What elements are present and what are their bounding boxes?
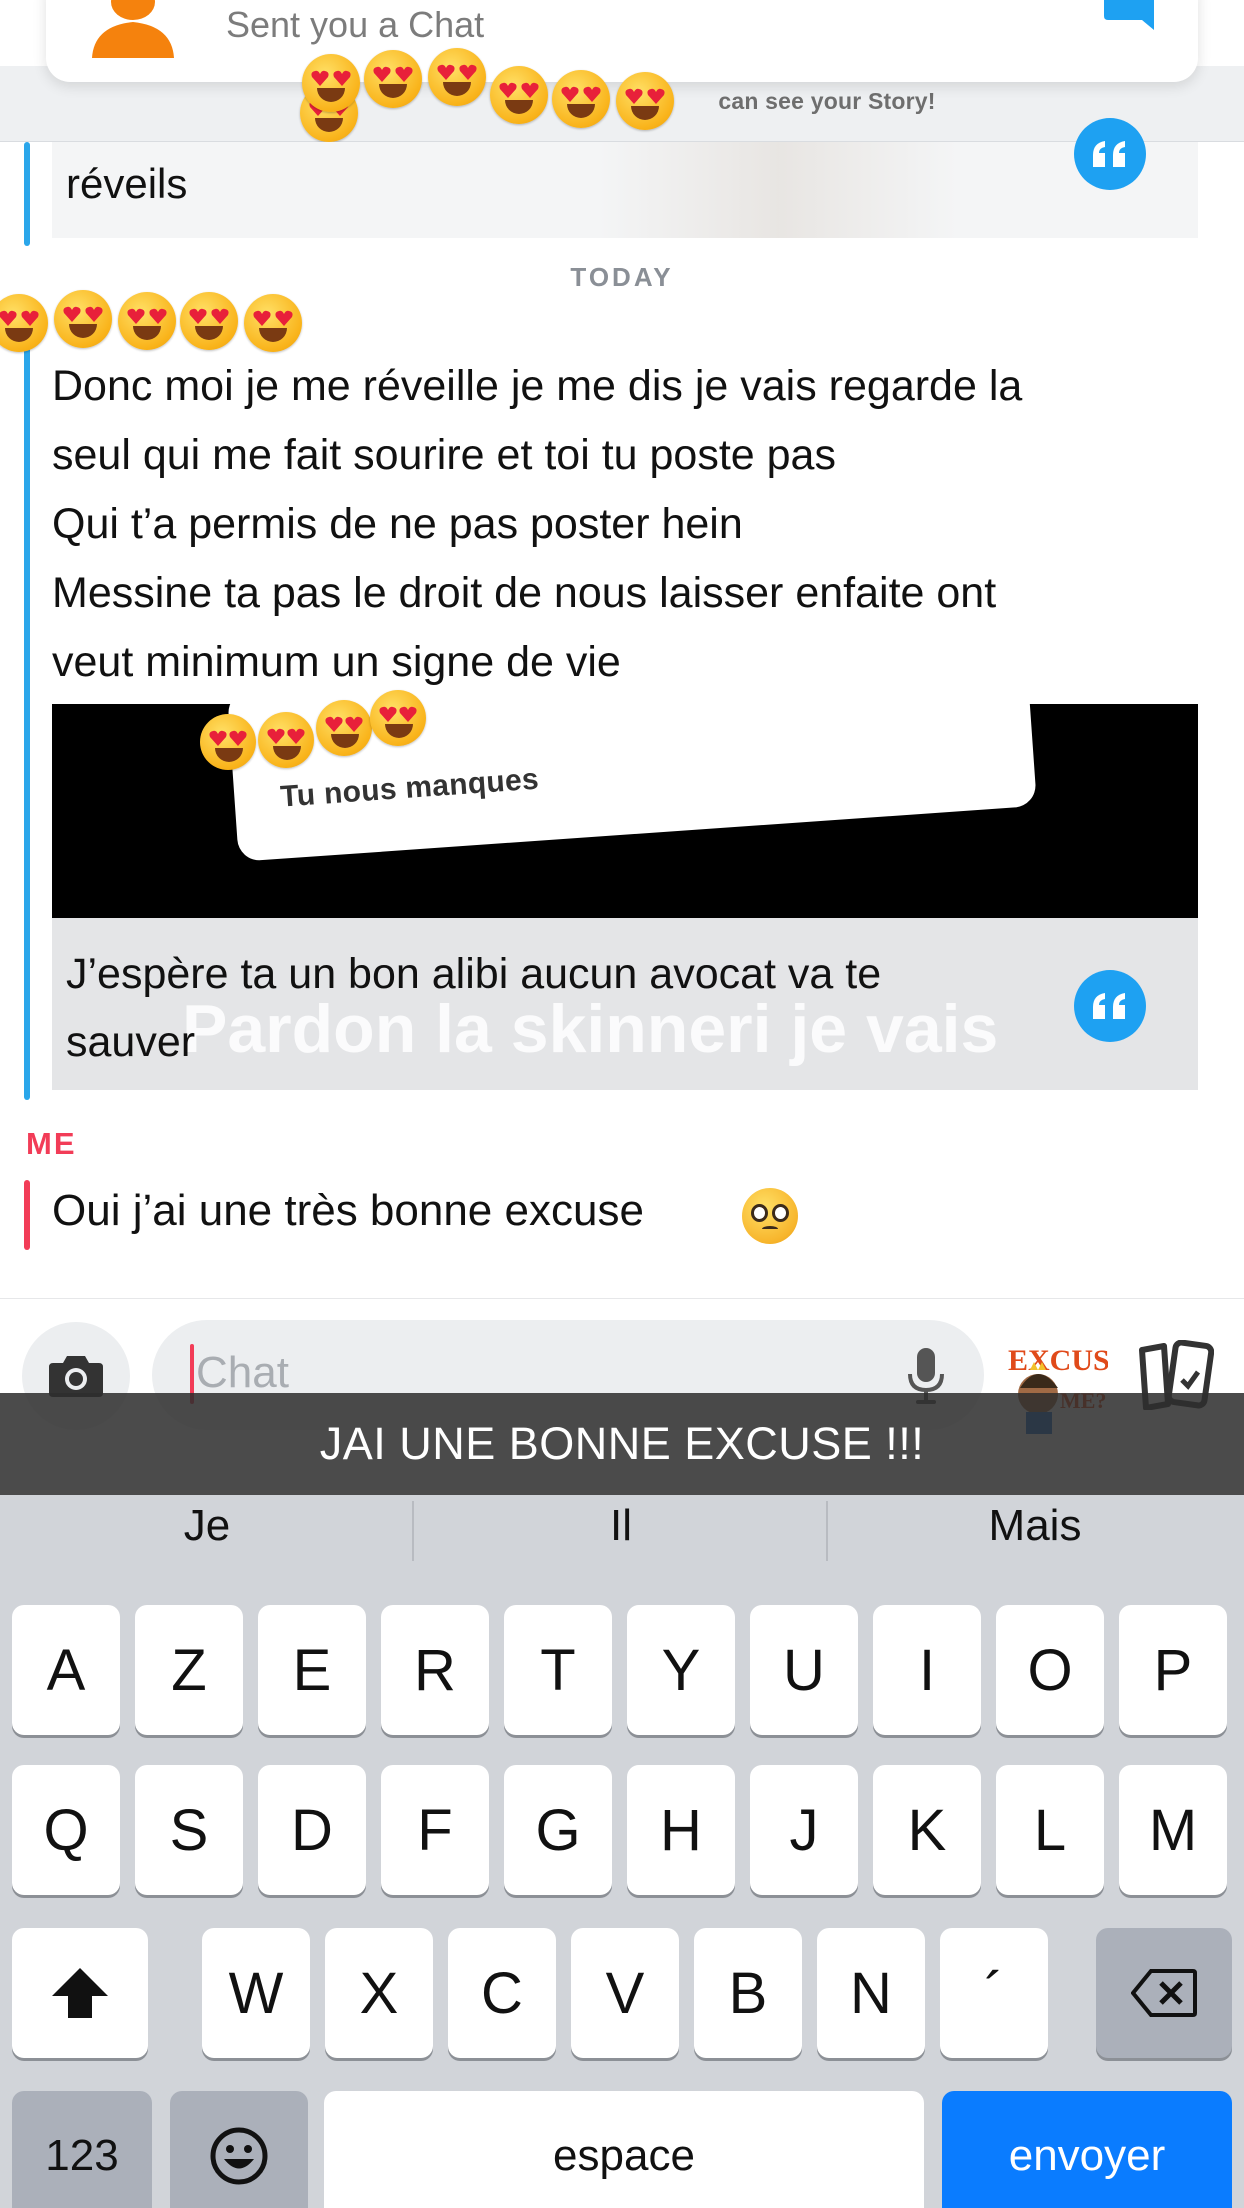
my-message-bar <box>24 1180 30 1250</box>
friend-message-bar <box>24 142 30 246</box>
shift-key[interactable] <box>12 1928 148 2058</box>
key-accent[interactable]: ´ <box>940 1928 1048 2058</box>
avatar-icon <box>92 0 174 58</box>
message-line: seul qui me fait sourire et toi tu poste… <box>52 431 836 479</box>
suggestion-je[interactable]: Je <box>0 1495 414 1559</box>
key-s[interactable]: S <box>135 1765 243 1895</box>
heart-eyes-emoji <box>552 70 610 128</box>
key-p[interactable]: P <box>1119 1605 1227 1735</box>
heart-eyes-emoji <box>370 690 426 746</box>
heart-eyes-emoji <box>616 72 674 130</box>
heart-eyes-emoji <box>54 290 112 348</box>
key-l[interactable]: L <box>996 1765 1104 1895</box>
shift-icon <box>52 1968 108 2018</box>
day-separator: TODAY <box>570 262 674 292</box>
key-b[interactable]: B <box>694 1928 802 2058</box>
key-r[interactable]: R <box>381 1605 489 1735</box>
key-c[interactable]: C <box>448 1928 556 2058</box>
numbers-key[interactable]: 123 <box>12 2091 152 2208</box>
keyboard: Je Il Mais A Z E R T Y U I O P Q S D F G H J K L M W X C V B N ´ 12… <box>0 1495 1244 2208</box>
key-g[interactable]: G <box>504 1765 612 1895</box>
message-line: Qui t’a permis de ne pas poster hein <box>52 500 743 548</box>
heart-eyes-emoji <box>302 54 360 112</box>
my-message[interactable]: Oui j’ai une très bonne excuse <box>52 1186 644 1236</box>
heart-eyes-emoji <box>428 48 486 106</box>
my-message-text: Oui j’ai une très bonne excuse <box>52 1186 644 1235</box>
key-z[interactable]: Z <box>135 1605 243 1735</box>
key-i[interactable]: I <box>873 1605 981 1735</box>
key-m[interactable]: M <box>1119 1765 1227 1895</box>
key-u[interactable]: U <box>750 1605 858 1735</box>
send-key[interactable]: envoyer <box>942 2091 1232 2208</box>
heart-eyes-emoji <box>490 66 548 124</box>
space-key[interactable]: espace <box>324 2091 924 2208</box>
emoji-key-icon <box>210 2127 268 2185</box>
suggestion-bar: Je Il Mais <box>0 1495 1244 1561</box>
message-line: veut minimum un signe de vie <box>52 638 621 686</box>
emoji-key[interactable] <box>170 2091 308 2208</box>
key-q[interactable]: Q <box>12 1765 120 1895</box>
key-k[interactable]: K <box>873 1765 981 1895</box>
key-a[interactable]: A <box>12 1605 120 1735</box>
heart-eyes-emoji <box>244 294 302 352</box>
heart-eyes-emoji <box>180 292 238 350</box>
quote-icon[interactable] <box>1074 970 1146 1042</box>
key-n[interactable]: N <box>817 1928 925 2058</box>
key-d[interactable]: D <box>258 1765 366 1895</box>
message-line: Donc moi je me réveille je me dis je vai… <box>52 362 1023 410</box>
key-h[interactable]: H <box>627 1765 735 1895</box>
notification-text: Sent you a Chat <box>226 4 485 45</box>
chat-notification[interactable]: Sent you a Chat <box>46 0 1198 82</box>
heart-eyes-emoji <box>258 712 314 768</box>
reply-line: J’espère ta un bon alibi aucun avocat va… <box>66 950 882 998</box>
chat-placeholder: Chat <box>196 1348 289 1397</box>
me-label: ME <box>26 1126 77 1161</box>
story-sticker-text: Tu nous manques <box>279 762 540 814</box>
story-reply-text: J’espère ta un bon alibi aucun avocat va… <box>66 940 881 1076</box>
quoted-story-card[interactable]: réveils <box>52 142 1198 238</box>
quoted-story-text: réveils <box>66 160 188 207</box>
key-o[interactable]: O <box>996 1605 1104 1735</box>
friend-message-bar <box>24 300 30 1100</box>
backspace-key[interactable] <box>1096 1928 1232 2058</box>
heart-eyes-emoji <box>316 700 372 756</box>
pleading-face-emoji <box>742 1188 798 1244</box>
key-f[interactable]: F <box>381 1765 489 1895</box>
key-x[interactable]: X <box>325 1928 433 2058</box>
heart-eyes-emoji <box>364 50 422 108</box>
story-image-fragment <box>598 142 958 238</box>
heart-eyes-emoji <box>200 714 256 770</box>
key-v[interactable]: V <box>571 1928 679 2058</box>
story-reply-card[interactable]: Pardon la skinneri je vais J’espère ta u… <box>52 918 1198 1090</box>
suggestion-il[interactable]: Il <box>414 1495 828 1559</box>
backspace-icon <box>1131 1969 1197 2017</box>
heart-eyes-emoji <box>118 292 176 350</box>
key-w[interactable]: W <box>202 1928 310 2058</box>
incoming-message[interactable]: Donc moi je me réveille je me dis je vai… <box>52 352 1212 697</box>
snap-caption: JAI UNE BONNE EXCUSE !!! <box>0 1393 1244 1495</box>
message-line: Messine ta pas le droit de nous laisser … <box>52 569 997 617</box>
chat-bubble-icon[interactable] <box>1104 0 1154 30</box>
key-j[interactable]: J <box>750 1765 858 1895</box>
reply-line: sauver <box>66 1018 196 1066</box>
key-e[interactable]: E <box>258 1605 366 1735</box>
quote-icon[interactable] <box>1074 118 1146 190</box>
svg-text:EXCUSE: EXCUSE <box>1008 1344 1108 1377</box>
heart-eyes-emoji <box>0 294 48 352</box>
input-divider <box>0 1298 1244 1299</box>
key-y[interactable]: Y <box>627 1605 735 1735</box>
key-t[interactable]: T <box>504 1605 612 1735</box>
suggestion-mais[interactable]: Mais <box>828 1495 1242 1559</box>
